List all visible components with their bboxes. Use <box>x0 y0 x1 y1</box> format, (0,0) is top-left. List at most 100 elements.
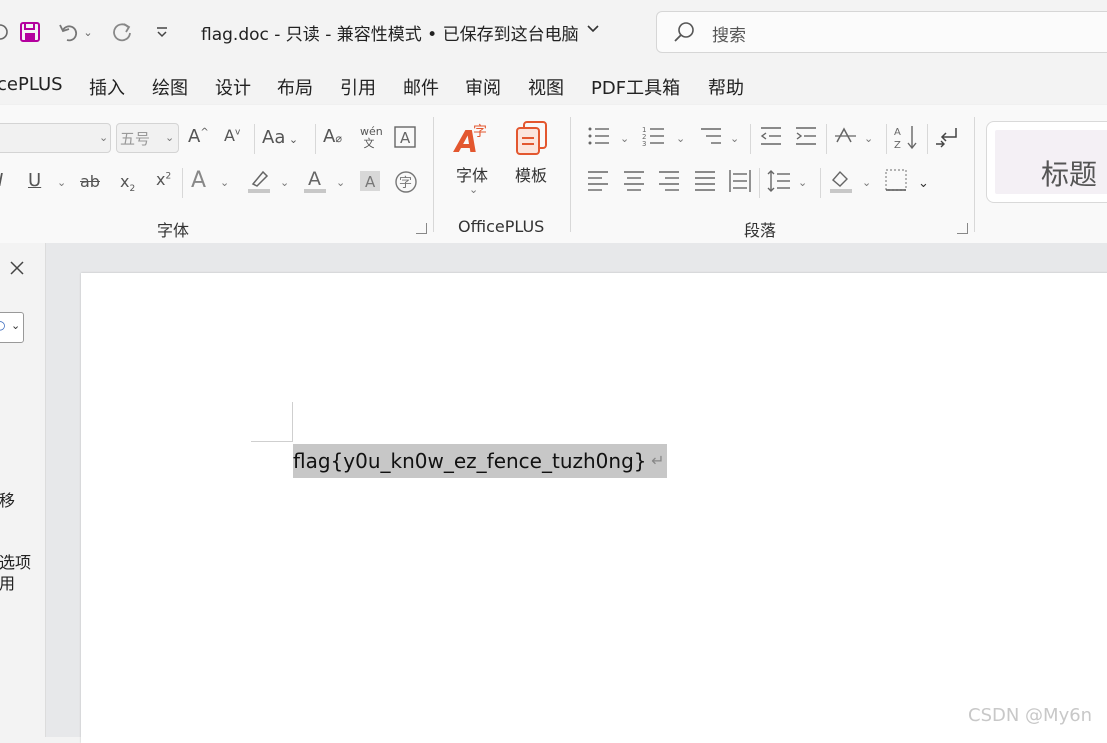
chevron-down-icon[interactable]: ⌄ <box>730 132 739 145</box>
chevron-down-icon[interactable]: ⌄ <box>469 183 478 196</box>
pane-text-apply: 用 <box>0 574 16 593</box>
watermark: CSDN @My6n <box>968 705 1093 726</box>
save-icon[interactable] <box>16 18 44 46</box>
font-color-icon[interactable]: A <box>303 166 327 199</box>
paragraph-dialog-launcher-icon[interactable] <box>957 223 968 234</box>
chevron-down-icon[interactable]: ⌄ <box>862 176 871 189</box>
officeplus-font-icon[interactable]: A 字 <box>453 120 491 160</box>
clear-formatting-icon[interactable]: A⌀ <box>323 126 342 147</box>
document-text-selection[interactable]: flag{y0u_kn0w_ez_fence_tuzh0ng} ↵ <box>293 444 667 478</box>
customize-quick-access-icon[interactable] <box>148 18 176 46</box>
tab-layout[interactable]: 布局 <box>277 74 313 100</box>
shrink-font-icon[interactable]: Av <box>224 126 240 145</box>
sort-icon[interactable]: AZ <box>894 124 920 155</box>
superscript-icon[interactable]: x2 <box>156 170 171 189</box>
chevron-down-icon[interactable]: ⌄ <box>798 176 807 189</box>
tab-pdf-toolbox[interactable]: PDF工具箱 <box>591 74 680 100</box>
chevron-down-icon[interactable]: ⌄ <box>57 176 66 189</box>
document-paragraph[interactable]: flag{y0u_kn0w_ez_fence_tuzh0ng} <box>293 449 647 473</box>
template-button[interactable]: 模板 <box>515 162 547 186</box>
tab-insert[interactable]: 插入 <box>89 74 125 100</box>
bullets-icon[interactable] <box>587 124 611 153</box>
subscript-icon[interactable]: x2 <box>120 172 135 194</box>
tab-design[interactable]: 设计 <box>215 74 251 100</box>
phonetic-guide-icon[interactable]: wén 文 <box>360 126 383 150</box>
svg-text:字: 字 <box>399 176 412 191</box>
document-title[interactable]: flag.doc - 只读 - 兼容性模式 • 已保存到这台电脑 <box>201 20 579 45</box>
svg-text:A: A <box>365 173 376 191</box>
margin-corner-mark-vertical <box>292 402 293 442</box>
change-case-button[interactable]: Aa ⌄ <box>262 127 298 148</box>
change-case-label: Aa <box>262 127 286 148</box>
style-heading-tile[interactable]: 标题 <box>995 130 1107 194</box>
increase-indent-icon[interactable] <box>794 124 818 153</box>
shading-icon[interactable] <box>829 168 853 199</box>
decrease-indent-icon[interactable] <box>759 124 783 153</box>
svg-text:3: 3 <box>642 140 646 148</box>
chevron-down-icon[interactable]: ⌄ <box>280 176 289 189</box>
align-left-icon[interactable] <box>587 169 609 196</box>
tab-review[interactable]: 审阅 <box>465 74 501 100</box>
chevron-down-icon: ⌄ <box>99 131 109 144</box>
grow-font-icon[interactable]: A^ <box>188 126 209 147</box>
tab-mailings[interactable]: 邮件 <box>403 74 439 100</box>
font-name-select[interactable]: ⌄ <box>0 123 111 153</box>
svg-text:A: A <box>308 168 321 190</box>
line-spacing-icon[interactable] <box>767 169 791 198</box>
italic-icon[interactable]: I <box>0 170 3 191</box>
template-icon[interactable] <box>514 120 550 160</box>
margin-corner-mark-horizontal <box>251 441 293 442</box>
svg-text:A: A <box>400 129 411 147</box>
tab-view[interactable]: 视图 <box>528 74 564 100</box>
search-options-dropdown[interactable]: ○ ⌄ <box>0 312 24 343</box>
style-heading-label: 标题 <box>1041 158 1098 191</box>
styles-gallery[interactable]: 标题 <box>986 121 1107 203</box>
font-size-value: 五号 <box>120 130 151 148</box>
chevron-down-icon[interactable]: ⌄ <box>918 176 929 191</box>
chevron-down-icon[interactable]: ⌄ <box>864 132 873 145</box>
text-effects-icon[interactable]: A <box>191 168 206 193</box>
font-group-label: 字体 <box>157 221 190 240</box>
redo-icon[interactable] <box>108 18 136 46</box>
chevron-down-icon: ⌄ <box>11 319 21 332</box>
distributed-icon[interactable] <box>729 169 751 198</box>
align-right-icon[interactable] <box>658 169 680 196</box>
tab-draw[interactable]: 绘图 <box>152 74 188 100</box>
tab-officeplus-partial[interactable]: cePLUS <box>0 74 63 95</box>
paragraph-group-label: 段落 <box>744 221 777 240</box>
document-page[interactable] <box>81 273 1107 743</box>
chevron-down-icon[interactable]: ⌄ <box>336 176 345 189</box>
undo-icon[interactable] <box>55 18 83 46</box>
multilevel-list-icon[interactable] <box>699 124 723 153</box>
autosave-toggle-icon[interactable] <box>0 18 14 46</box>
navigation-pane: ○ ⌄ 移 选项 用 <box>0 243 46 737</box>
chevron-down-icon: ⌄ <box>165 131 175 144</box>
character-border-icon[interactable]: A <box>394 126 416 153</box>
numbering-icon[interactable]: 123 <box>642 124 666 153</box>
character-shading-icon[interactable]: A <box>359 170 381 197</box>
enclose-characters-icon[interactable]: 字 <box>394 170 418 199</box>
justify-icon[interactable] <box>694 169 716 196</box>
chevron-down-icon[interactable]: ⌄ <box>676 132 685 145</box>
close-icon[interactable] <box>9 260 25 280</box>
highlight-color-icon[interactable] <box>247 168 271 199</box>
asian-layout-icon[interactable] <box>834 124 860 153</box>
tab-references[interactable]: 引用 <box>340 74 376 100</box>
undo-dropdown-icon[interactable]: ⌄ <box>80 18 96 46</box>
borders-icon[interactable] <box>885 169 907 196</box>
chevron-down-icon[interactable]: ⌄ <box>620 132 629 145</box>
svg-text:Z: Z <box>894 140 901 150</box>
align-center-icon[interactable] <box>623 169 645 196</box>
svg-text:A: A <box>894 127 901 138</box>
chevron-down-icon[interactable]: ⌄ <box>220 176 229 189</box>
underline-icon[interactable]: U <box>28 170 41 191</box>
search-options-icon: ○ <box>0 318 6 332</box>
show-paragraph-marks-icon[interactable] <box>934 124 960 155</box>
chevron-down-icon[interactable] <box>586 21 600 39</box>
font-dialog-launcher-icon[interactable] <box>416 223 427 234</box>
search-input[interactable]: 搜索 <box>656 11 1107 53</box>
tab-help[interactable]: 帮助 <box>708 74 744 100</box>
search-placeholder: 搜索 <box>712 26 746 46</box>
font-size-select[interactable]: 五号 ⌄ <box>116 123 179 153</box>
strikethrough-icon[interactable]: ab <box>80 172 100 191</box>
